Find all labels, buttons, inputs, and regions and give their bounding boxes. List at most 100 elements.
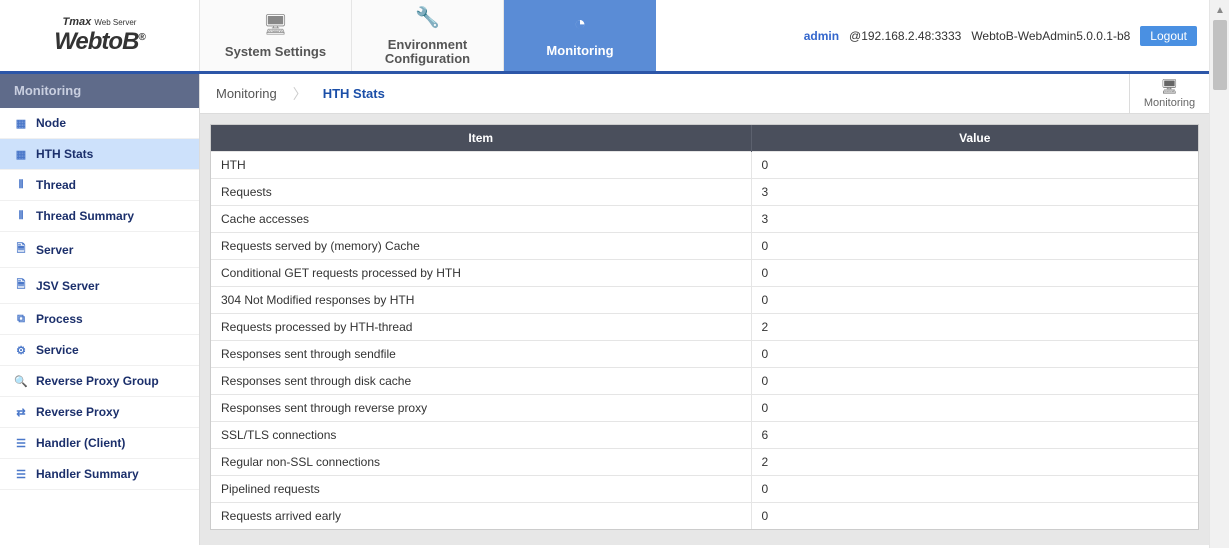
sidebar-item-node[interactable]: ▦ Node: [0, 108, 199, 139]
scroll-thumb[interactable]: [1213, 20, 1227, 90]
piechart-icon: ◔: [574, 13, 586, 36]
table-row: Responses sent through sendfile0: [211, 341, 1198, 368]
sidebar: Monitoring ▦ Node ▦ HTH Stats ⦀ Thread ⦀…: [0, 74, 200, 545]
logo-brand: Tmax: [63, 16, 92, 28]
user-label[interactable]: admin: [804, 29, 839, 43]
cell-item: Requests arrived early: [211, 503, 751, 530]
cell-value: 2: [751, 314, 1198, 341]
cell-item: Responses sent through sendfile: [211, 341, 751, 368]
sidebar-item-label: JSV Server: [36, 279, 99, 293]
list-icon: ☰: [14, 468, 28, 481]
scroll-up-arrow-icon[interactable]: ▲: [1210, 0, 1229, 20]
breadcrumb-level1[interactable]: Monitoring: [216, 86, 277, 101]
wrench-icon: 🔧: [415, 5, 440, 30]
logout-button[interactable]: Logout: [1140, 26, 1197, 46]
sidebar-item-hth-stats[interactable]: ▦ HTH Stats: [0, 139, 199, 170]
thread-icon: ⦀: [14, 210, 28, 223]
sidebar-item-reverse-proxy-group[interactable]: 🔍 Reverse Proxy Group: [0, 366, 199, 397]
document-icon: 🗎: [14, 240, 28, 259]
sidebar-item-label: Service: [36, 343, 79, 357]
header-right: admin @192.168.2.48:3333 WebtoB-WebAdmin…: [656, 0, 1209, 71]
cell-item: HTH: [211, 152, 751, 179]
process-icon: ⧉: [14, 313, 28, 326]
sidebar-item-label: Reverse Proxy: [36, 405, 119, 419]
cell-value: 0: [751, 476, 1198, 503]
sidebar-item-handler-client[interactable]: ☰ Handler (Client): [0, 428, 199, 459]
sidebar-item-label: Thread: [36, 178, 76, 192]
table-row: 304 Not Modified responses by HTH0: [211, 287, 1198, 314]
cell-value: 0: [751, 341, 1198, 368]
nav-tab-monitoring[interactable]: ◔ Monitoring: [504, 0, 656, 71]
table-row: Requests arrived early0: [211, 503, 1198, 530]
search-icon: 🔍: [14, 375, 28, 388]
table-row: Responses sent through disk cache0: [211, 368, 1198, 395]
version-label: WebtoB-WebAdmin5.0.0.1-b8: [971, 29, 1130, 43]
content: Monitoring 〉 HTH Stats 🖥 Monitoring Item…: [200, 74, 1209, 545]
sidebar-item-process[interactable]: ⧉ Process: [0, 304, 199, 335]
logo-product: WebtoB: [54, 28, 138, 55]
nav-label: Monitoring: [546, 44, 613, 58]
cell-item: Responses sent through reverse proxy: [211, 395, 751, 422]
sidebar-item-handler-summary[interactable]: ☰ Handler Summary: [0, 459, 199, 490]
cell-item: Cache accesses: [211, 206, 751, 233]
table-row: SSL/TLS connections6: [211, 422, 1198, 449]
table-row: Cache accesses3: [211, 206, 1198, 233]
cell-item: Responses sent through disk cache: [211, 368, 751, 395]
sidebar-item-label: Handler (Client): [36, 436, 125, 450]
server-address: @192.168.2.48:3333: [849, 29, 961, 43]
sidebar-item-thread-summary[interactable]: ⦀ Thread Summary: [0, 201, 199, 232]
cell-item: Regular non-SSL connections: [211, 449, 751, 476]
cell-value: 0: [751, 152, 1198, 179]
sidebar-item-label: Process: [36, 312, 83, 326]
cell-value: 0: [751, 233, 1198, 260]
sidebar-item-label: Reverse Proxy Group: [36, 374, 159, 388]
grid-icon: ▦: [14, 117, 28, 130]
cell-value: 2: [751, 449, 1198, 476]
sidebar-item-reverse-proxy[interactable]: ⇄ Reverse Proxy: [0, 397, 199, 428]
cell-item: 304 Not Modified responses by HTH: [211, 287, 751, 314]
sidebar-item-service[interactable]: ⚙ Service: [0, 335, 199, 366]
table-row: Regular non-SSL connections2: [211, 449, 1198, 476]
breadcrumb: Monitoring 〉 HTH Stats: [200, 74, 1129, 113]
sidebar-item-thread[interactable]: ⦀ Thread: [0, 170, 199, 201]
arrows-icon: ⇄: [14, 406, 28, 419]
nav-tabs: 🖥 System Settings 🔧 Environment Configur…: [200, 0, 656, 71]
sidebar-item-label: Node: [36, 116, 66, 130]
col-item: Item: [211, 125, 751, 152]
stats-table-wrap: Item Value HTH0Requests3Cache accesses3R…: [210, 124, 1199, 530]
breadcrumb-level2: HTH Stats: [323, 86, 385, 101]
nav-tab-env-config[interactable]: 🔧 Environment Configuration: [352, 0, 504, 71]
col-value: Value: [751, 125, 1198, 152]
document-icon: 🗎: [14, 276, 28, 295]
cell-item: Requests: [211, 179, 751, 206]
vertical-scrollbar[interactable]: ▲: [1209, 0, 1229, 548]
sidebar-item-server[interactable]: 🗎 Server: [0, 232, 199, 268]
monitor-icon: 🖥: [263, 12, 288, 37]
cell-value: 0: [751, 503, 1198, 530]
nav-label: System Settings: [225, 45, 326, 59]
cell-value: 0: [751, 287, 1198, 314]
cell-value: 0: [751, 368, 1198, 395]
header: Tmax Web Server WebtoB® 🖥 System Setting…: [0, 0, 1209, 74]
cell-value: 6: [751, 422, 1198, 449]
cell-value: 3: [751, 179, 1198, 206]
sidebar-title: Monitoring: [0, 74, 199, 108]
nav-tab-system-settings[interactable]: 🖥 System Settings: [200, 0, 352, 71]
monitoring-badge[interactable]: 🖥 Monitoring: [1129, 74, 1209, 113]
cell-value: 0: [751, 260, 1198, 287]
table-row: Conditional GET requests processed by HT…: [211, 260, 1198, 287]
table-row: HTH0: [211, 152, 1198, 179]
sidebar-item-label: Server: [36, 243, 73, 257]
stats-table: Item Value HTH0Requests3Cache accesses3R…: [211, 125, 1198, 529]
monitoring-badge-label: Monitoring: [1144, 97, 1195, 109]
table-header-row: Item Value: [211, 125, 1198, 152]
table-row: Pipelined requests0: [211, 476, 1198, 503]
logo-subtitle: Web Server: [94, 18, 136, 27]
table-row: Requests served by (memory) Cache0: [211, 233, 1198, 260]
table-row: Responses sent through reverse proxy0: [211, 395, 1198, 422]
logo[interactable]: Tmax Web Server WebtoB®: [0, 0, 200, 71]
cell-value: 0: [751, 395, 1198, 422]
table-row: Requests processed by HTH-thread2: [211, 314, 1198, 341]
sidebar-item-jsv-server[interactable]: 🗎 JSV Server: [0, 268, 199, 304]
cell-item: Pipelined requests: [211, 476, 751, 503]
